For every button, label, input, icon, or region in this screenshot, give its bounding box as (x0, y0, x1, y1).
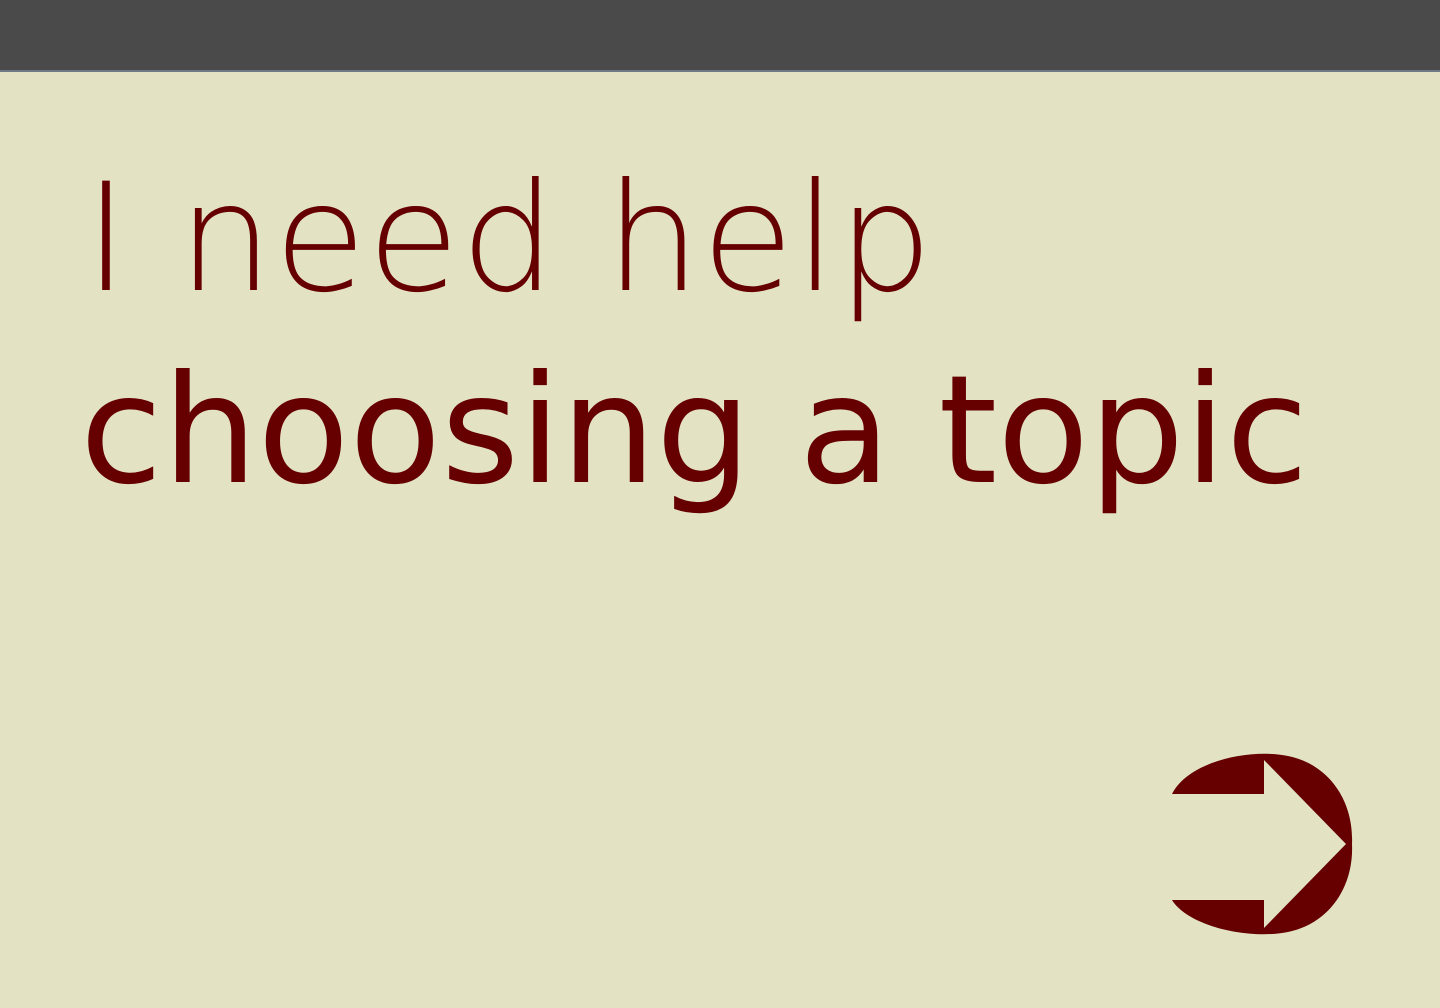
heading-line-1: I need help (84, 152, 934, 326)
heading-line-2: choosing a topic (80, 344, 1309, 518)
arrow-right-icon (1172, 753, 1353, 935)
next-button[interactable] (1168, 752, 1356, 940)
main-content: I need help choosing a topic (0, 72, 1440, 1008)
top-bar (0, 0, 1440, 72)
